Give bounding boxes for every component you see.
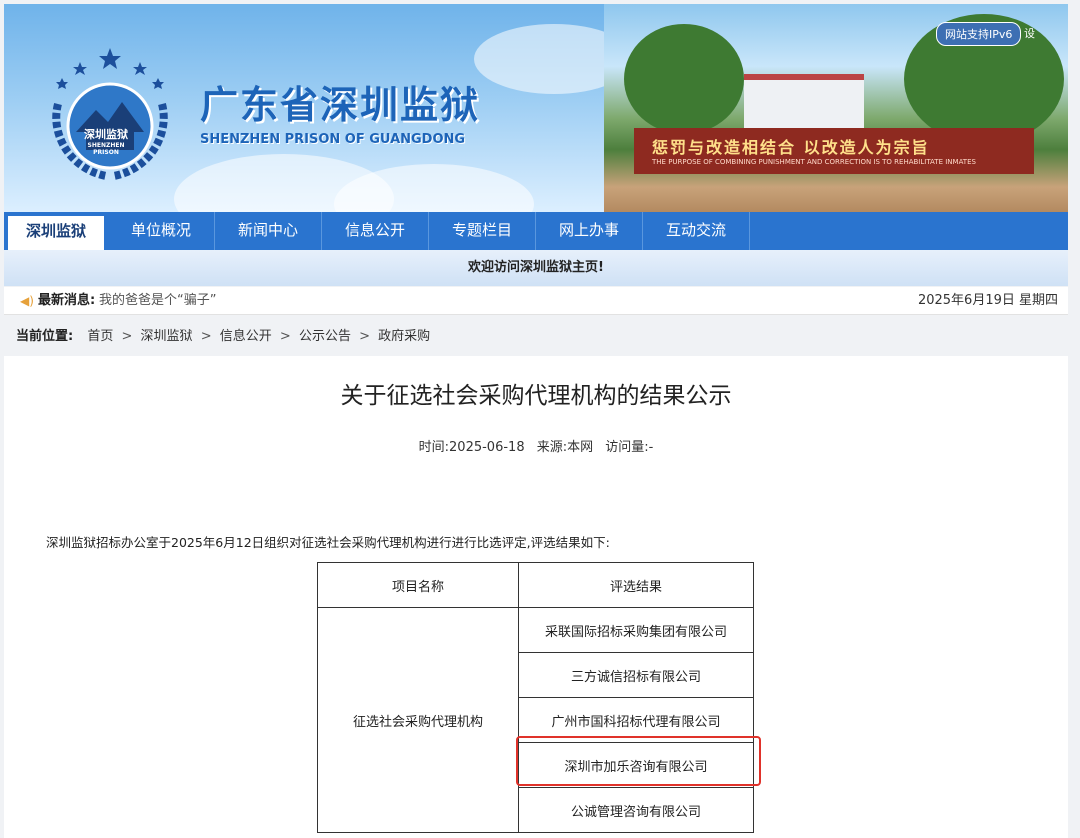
breadcrumb-separator: >: [121, 329, 133, 344]
breadcrumb-notices[interactable]: 公示公告: [299, 329, 351, 344]
tree-shape: [624, 24, 744, 134]
article-title: 关于征选社会采购代理机构的结果公示: [340, 383, 732, 409]
table-cell-result: 采联国际招标采购集团有限公司: [518, 607, 754, 653]
nav-overview[interactable]: 单位概况: [108, 212, 215, 250]
nav-news[interactable]: 新闻中心: [215, 212, 322, 250]
table-row: 征选社会采购代理机构 采联国际招标采购集团有限公司: [317, 607, 754, 833]
site-subtitle: SHENZHEN PRISON OF GUANGDONG: [200, 132, 466, 147]
breadcrumb-prison[interactable]: 深圳监狱: [141, 329, 193, 344]
speaker-icon: ◀): [20, 294, 34, 308]
breadcrumb-procurement[interactable]: 政府采购: [378, 329, 430, 344]
main-nav: 深圳监狱 单位概况 新闻中心 信息公开 专题栏目 网上办事 互动交流: [4, 212, 1068, 250]
breadcrumb: 当前位置: 首页 > 深圳监狱 > 信息公开 > 公示公告 > 政府采购: [0, 318, 1080, 356]
site-banner: 深圳监狱 SHENZHEN PRISON 广东省深圳监狱 SHENZHEN PR…: [4, 4, 1068, 212]
building-shape: [744, 74, 864, 130]
prison-emblem-icon: [52, 48, 168, 180]
article-intro: 深圳监狱招标办公室于2025年6月12日组织对征选社会采购代理机构进行进行比选评…: [46, 535, 610, 550]
emblem-label-en: SHENZHEN PRISON: [87, 142, 125, 156]
table-header-project: 项目名称: [317, 562, 519, 608]
welcome-bar: 欢迎访问深圳监狱主页!: [4, 250, 1068, 286]
breadcrumb-separator: >: [279, 329, 291, 344]
news-link[interactable]: 我的爸爸是个“骗子”: [99, 287, 216, 315]
nav-online-service[interactable]: 网上办事: [536, 212, 643, 250]
breadcrumb-home[interactable]: 首页: [87, 329, 113, 344]
emblem-label: 深圳监狱: [84, 128, 128, 141]
table-cell-result: 公诚管理咨询有限公司: [518, 787, 754, 833]
news-bar: ◀) 最新消息: 我的爸爸是个“骗子” 2025年6月19日 星期四: [4, 287, 1068, 315]
banner-slogan-en: THE PURPOSE OF COMBINING PUNISHMENT AND …: [652, 158, 976, 166]
article-meta: 时间:2025-06-18 来源:本网 访问量:-: [4, 436, 1068, 455]
ipv6-extra[interactable]: 设: [1020, 22, 1039, 44]
nav-topics[interactable]: 专题栏目: [429, 212, 536, 250]
breadcrumb-info-public[interactable]: 信息公开: [220, 329, 272, 344]
breadcrumb-separator: >: [200, 329, 212, 344]
breadcrumb-separator: >: [359, 329, 371, 344]
current-date: 2025年6月19日 星期四: [917, 293, 1058, 308]
table-header-result: 评选结果: [518, 562, 754, 608]
article-content: 关于征选社会采购代理机构的结果公示 时间:2025-06-18 来源:本网 访问…: [4, 356, 1068, 838]
result-table: 项目名称 评选结果 征选社会采购代理机构 采联国际招标采购集团有限公司 三方诚信…: [317, 562, 754, 833]
highlight-box: [516, 736, 761, 786]
nav-interaction[interactable]: 互动交流: [643, 212, 750, 250]
breadcrumb-label: 当前位置:: [16, 329, 74, 344]
nav-home[interactable]: 深圳监狱: [8, 216, 104, 250]
banner-slogan: 惩罚与改造相结合 以改造人为宗旨: [652, 138, 930, 157]
news-label: 最新消息:: [38, 293, 96, 308]
ipv6-badge[interactable]: 网站支持IPv6: [936, 22, 1022, 46]
site-title: 广东省深圳监狱: [200, 83, 481, 127]
article-views: 访问量:-: [605, 440, 654, 455]
nav-info-public[interactable]: 信息公开: [322, 212, 429, 250]
table-cell-project: 征选社会采购代理机构: [317, 607, 519, 833]
table-cell-result: 三方诚信招标有限公司: [518, 652, 754, 698]
article-source: 来源:本网: [536, 440, 594, 455]
article-time: 时间:2025-06-18: [418, 440, 525, 455]
table-header-row: 项目名称 评选结果: [317, 562, 754, 608]
